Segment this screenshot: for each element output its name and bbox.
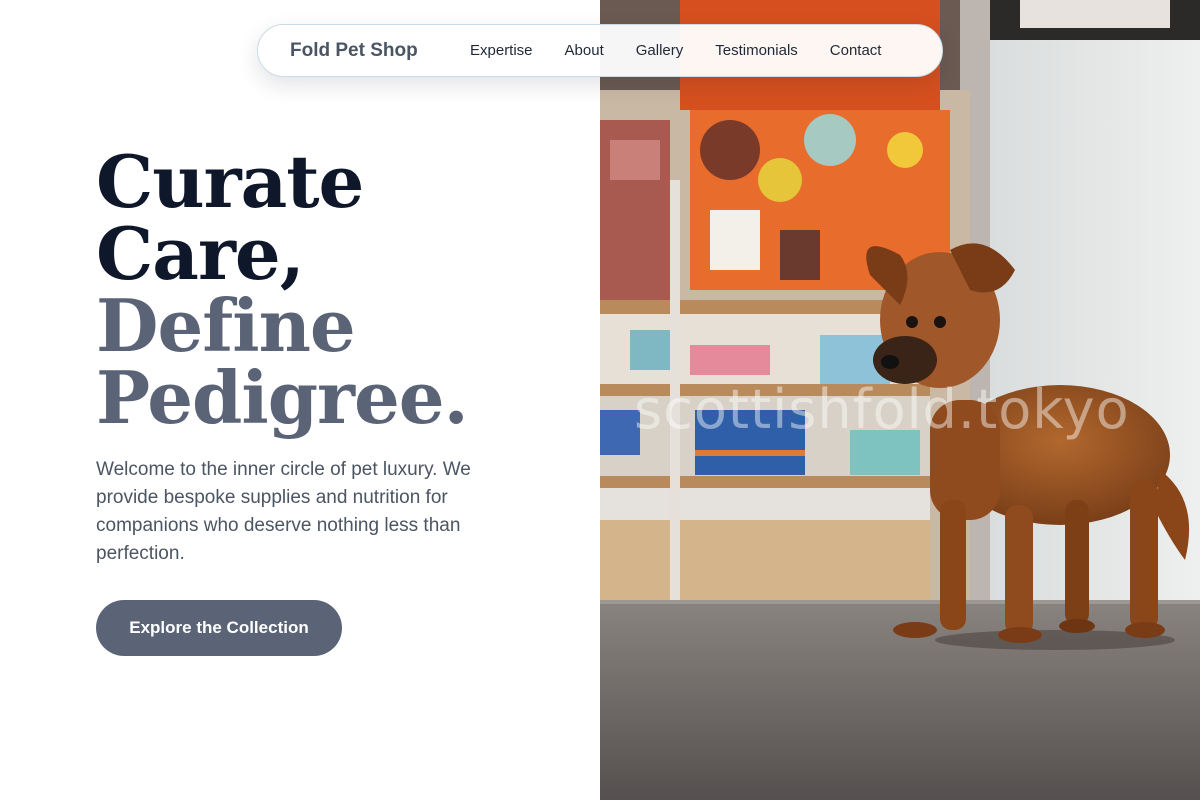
nav-link-gallery[interactable]: Gallery bbox=[636, 42, 684, 59]
headline-line-4: Pedigree. bbox=[96, 355, 469, 440]
nav-links: Expertise About Gallery Testimonials Con… bbox=[470, 42, 913, 59]
top-navigation: Fold Pet Shop Expertise About Gallery Te… bbox=[257, 24, 943, 77]
explore-collection-button[interactable]: Explore the Collection bbox=[96, 600, 342, 656]
nav-link-about[interactable]: About bbox=[565, 42, 604, 59]
hero-headline: Curate Care, Define Pedigree. bbox=[96, 139, 469, 440]
headline-line-3: Define bbox=[96, 283, 356, 368]
hero-left-panel: Curate Care, Define Pedigree. Welcome to… bbox=[0, 0, 600, 800]
headline-line-2: Care, bbox=[96, 211, 305, 296]
hero-intro-text: Welcome to the inner circle of pet luxur… bbox=[96, 459, 471, 564]
hero-photo: scottishfold.tokyo bbox=[600, 0, 1200, 800]
brand-logo-text[interactable]: Fold Pet Shop bbox=[290, 40, 418, 62]
headline-line-1: Curate bbox=[96, 139, 364, 224]
nav-link-expertise[interactable]: Expertise bbox=[470, 42, 533, 59]
nav-link-testimonials[interactable]: Testimonials bbox=[715, 42, 798, 59]
nav-link-contact[interactable]: Contact bbox=[830, 42, 882, 59]
watermark-text: scottishfold.tokyo bbox=[634, 378, 1130, 441]
